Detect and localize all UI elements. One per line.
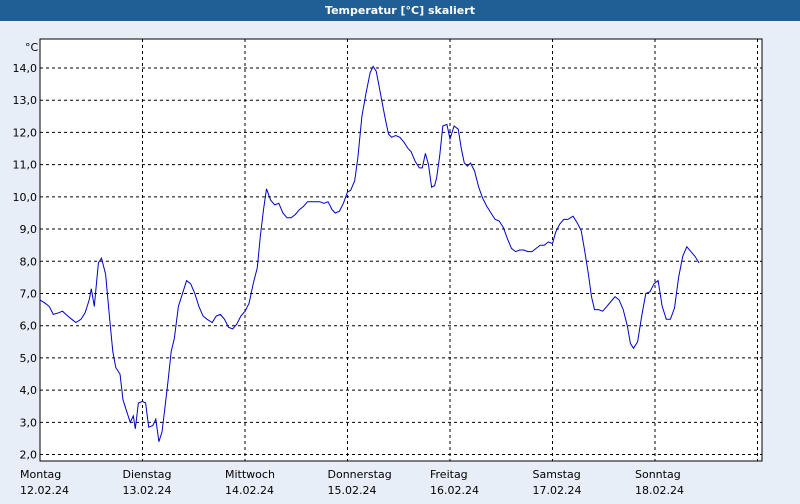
x-day-label: Samstag — [533, 468, 581, 481]
y-tick-label: 9,0 — [20, 223, 38, 236]
x-day-label: Freitag — [430, 468, 468, 481]
y-tick-label: 3,0 — [20, 416, 38, 429]
y-tick-label: 11,0 — [13, 159, 38, 172]
chart-area: 2,0 3,0 4,0 5,0 6,0 7,0 8,0 9,0 10,0 11,0 12,0 13,0… — [0, 21, 800, 500]
x-day-label: Montag — [20, 468, 61, 481]
x-date-label: 13.02.24 — [123, 484, 172, 497]
x-day-label: Sonntag — [635, 468, 681, 481]
x-day-label: Mittwoch — [225, 468, 275, 481]
y-tick-label: 12,0 — [13, 126, 38, 139]
x-date-label: 14.02.24 — [225, 484, 274, 497]
y-tick-label: 13,0 — [13, 94, 38, 107]
y-tick-label: 8,0 — [20, 255, 38, 268]
x-day-label: Donnerstag — [328, 468, 392, 481]
y-tick-label: 4,0 — [20, 384, 38, 397]
chart-title: Temperatur [°C] skaliert — [0, 0, 800, 21]
x-day-label: Dienstag — [123, 468, 172, 481]
y-tick-label: 2,0 — [20, 449, 38, 462]
x-date-label: 15.02.24 — [328, 484, 377, 497]
x-axis-labels: Montag 12.02.24 Dienstag 13.02.24 Mittwoch 14… — [20, 468, 684, 497]
y-tick-label: 7,0 — [20, 287, 38, 300]
temperature-chart: 2,0 3,0 4,0 5,0 6,0 7,0 8,0 9,0 10,0 11,0 12,0 13,0… — [13, 38, 763, 497]
x-date-label: 12.02.24 — [20, 484, 69, 497]
y-tick-label: 6,0 — [20, 320, 38, 333]
x-date-label: 16.02.24 — [430, 484, 479, 497]
y-axis-unit-label: °C — [25, 41, 39, 54]
x-date-label: 18.02.24 — [635, 484, 684, 497]
y-tick-label: 5,0 — [20, 352, 38, 365]
y-axis-ticks: 2,0 3,0 4,0 5,0 6,0 7,0 8,0 9,0 10,0 11,0 12,0 13,0… — [13, 62, 38, 462]
plot-area — [39, 38, 763, 462]
y-tick-label: 14,0 — [13, 62, 38, 75]
x-date-label: 17.02.24 — [533, 484, 582, 497]
y-tick-label: 10,0 — [13, 191, 38, 204]
